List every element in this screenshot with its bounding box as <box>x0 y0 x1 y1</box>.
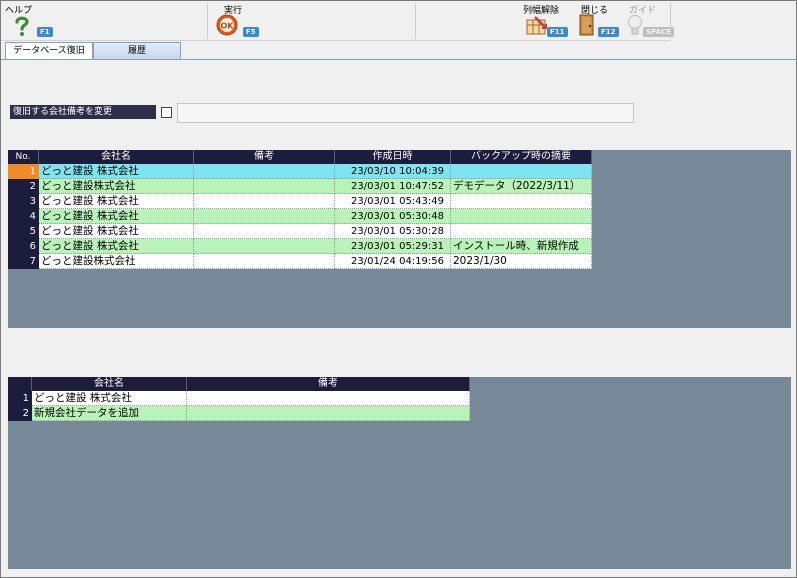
row-number-cell: 5 <box>8 224 39 239</box>
note-cell <box>194 239 335 254</box>
summary-cell <box>451 224 592 239</box>
created-datetime-cell: 23/03/01 05:29:31 <box>335 239 451 254</box>
header-company: 会社名 <box>39 150 194 164</box>
note-cell <box>194 179 335 194</box>
reset-width-label: 列幅解除 <box>523 6 560 16</box>
close-fkey: F12 <box>598 27 619 37</box>
run-fkey: F5 <box>243 27 259 37</box>
row-number-cell: 2 <box>8 406 32 421</box>
help-fkey: F1 <box>37 27 53 37</box>
row-number-cell: 1 <box>8 391 32 406</box>
created-datetime-cell: 23/03/01 05:30:28 <box>335 224 451 239</box>
row-number-cell: 2 <box>8 179 39 194</box>
header-created: 作成日時 <box>335 150 451 164</box>
backup-grid-header: No. 会社名 備考 作成日時 バックアップ時の摘要 <box>8 150 592 164</box>
summary-cell <box>451 194 592 209</box>
tab-history[interactable]: 履歴 <box>93 42 181 59</box>
company-cell: どっと建設株式会社 <box>39 254 194 269</box>
created-datetime-cell: 23/03/01 05:43:49 <box>335 194 451 209</box>
help-button[interactable]: ヘルプ F1 <box>5 1 205 41</box>
created-datetime-cell: 23/03/01 10:47:52 <box>335 179 451 194</box>
svg-text:OK: OK <box>221 22 235 31</box>
row-number-cell: 7 <box>8 254 39 269</box>
target-grid-header: 会社名 備考 <box>8 377 470 391</box>
close-button[interactable]: 閉じる F12 <box>579 1 624 41</box>
change-note-label: 復旧する会社備考を変更 <box>10 105 156 119</box>
company-cell: どっと建設 株式会社 <box>39 164 194 179</box>
reset-column-width-button[interactable]: 列幅解除 F11 <box>523 1 573 41</box>
run-button[interactable]: 実行 OK F5 <box>216 1 411 41</box>
company-cell: どっと建設 株式会社 <box>39 239 194 254</box>
header-no <box>8 377 32 391</box>
created-datetime-cell: 23/01/24 04:19:56 <box>335 254 451 269</box>
tab-bar: データベース復旧 履歴 <box>1 41 797 60</box>
tab-database-restore[interactable]: データベース復旧 <box>5 42 93 59</box>
app-window: ヘルプ F1 実行 OK F5 列幅解除 F11 閉じる F12 ガイド SPA… <box>0 0 797 578</box>
note-cell <box>194 164 335 179</box>
ok-icon: OK <box>216 14 238 39</box>
summary-cell: デモデータ（2022/3/11） <box>451 179 592 194</box>
row-number-cell: 4 <box>8 209 39 224</box>
company-cell: どっと建設 株式会社 <box>39 209 194 224</box>
header-note: 備考 <box>194 150 335 164</box>
header-summary: バックアップ時の摘要 <box>451 150 592 164</box>
summary-cell: 2023/1/30 <box>451 254 592 269</box>
change-note-checkbox[interactable] <box>161 107 172 118</box>
backup-list-grid: No. 会社名 備考 作成日時 バックアップ時の摘要 1 どっと建設 株式会社 23… <box>8 150 791 328</box>
door-close-icon <box>579 14 595 39</box>
note-cell <box>187 406 470 421</box>
company-cell: どっと建設株式会社 <box>39 179 194 194</box>
summary-cell <box>451 164 592 179</box>
note-cell <box>194 209 335 224</box>
created-datetime-cell: 23/03/10 10:04:39 <box>335 164 451 179</box>
row-number-cell: 1 <box>8 164 39 179</box>
created-datetime-cell: 23/03/01 05:30:48 <box>335 209 451 224</box>
row-number-cell: 6 <box>8 239 39 254</box>
guide-button[interactable]: ガイド SPACE <box>625 1 674 41</box>
lightbulb-icon <box>627 14 643 41</box>
company-cell: どっと建設 株式会社 <box>39 194 194 209</box>
function-toolbar: ヘルプ F1 実行 OK F5 列幅解除 F11 閉じる F12 ガイド SPA… <box>1 1 674 41</box>
company-cell: どっと建設 株式会社 <box>39 224 194 239</box>
note-cell <box>194 254 335 269</box>
column-width-icon <box>526 16 548 39</box>
summary-cell <box>451 209 592 224</box>
help-question-icon <box>13 15 31 40</box>
header-note: 備考 <box>187 377 470 391</box>
header-no: No. <box>8 150 39 164</box>
reset-width-fkey: F11 <box>547 27 568 37</box>
note-cell <box>194 194 335 209</box>
note-cell <box>194 224 335 239</box>
note-cell <box>187 391 470 406</box>
header-company: 会社名 <box>32 377 187 391</box>
restore-target-grid: 会社名 備考 1 どっと建設 株式会社 2 新規会社データを追加 <box>8 377 791 569</box>
summary-cell: インストール時、新規作成 <box>451 239 592 254</box>
company-cell: どっと建設 株式会社 <box>32 391 187 406</box>
company-note-input[interactable] <box>177 103 634 123</box>
row-number-cell: 3 <box>8 194 39 209</box>
company-cell: 新規会社データを追加 <box>32 406 187 421</box>
